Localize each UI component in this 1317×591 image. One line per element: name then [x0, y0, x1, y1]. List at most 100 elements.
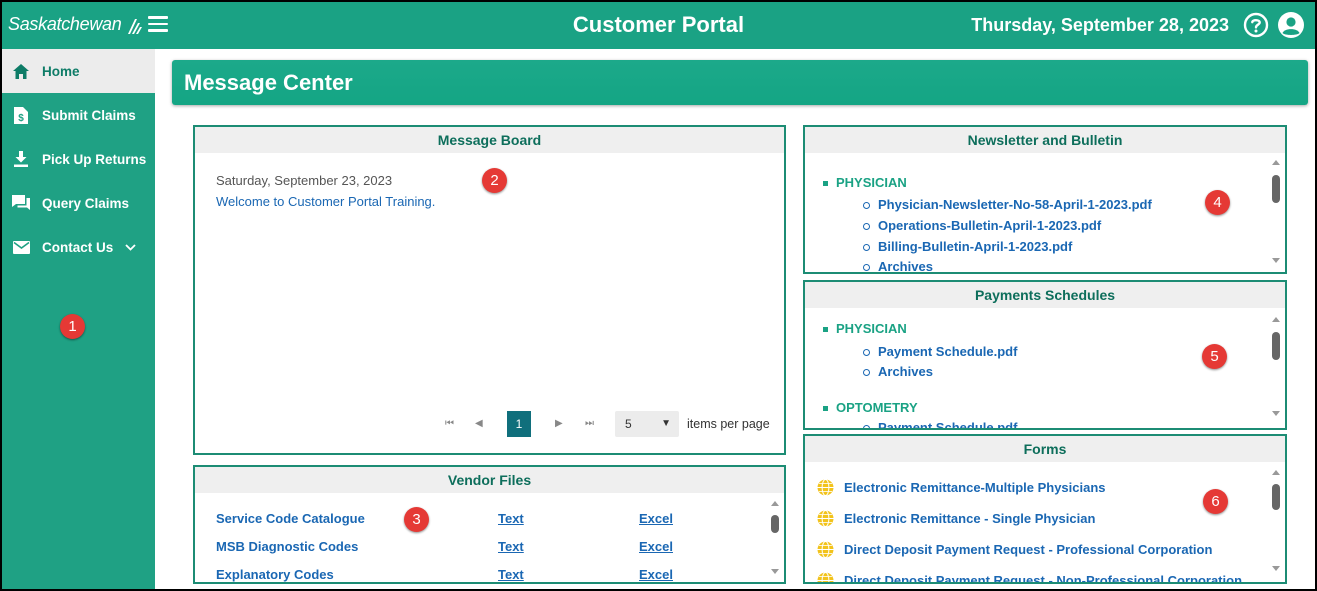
sidebar-item-contact-us[interactable]: Contact Us — [2, 225, 155, 269]
scroll-thumb[interactable] — [1272, 484, 1280, 510]
payments-scrollbar[interactable] — [1271, 317, 1281, 419]
category-heading: PHYSICIAN — [823, 321, 907, 336]
svg-text:$: $ — [18, 113, 24, 124]
category-heading: OPTOMETRY — [823, 400, 918, 415]
form-label: Direct Deposit Payment Request - Profess… — [844, 542, 1213, 557]
form-link[interactable]: Direct Deposit Payment Request - Non-Pro… — [817, 572, 1243, 584]
newsletter-panel: Newsletter and Bulletin PHYSICIAN Physic… — [803, 125, 1287, 274]
globe-icon — [817, 510, 834, 527]
screen-frame: Saskatchewan Customer Portal Thursday, S… — [0, 0, 1317, 591]
vendor-file-name: MSB Diagnostic Codes — [216, 539, 359, 554]
newsletter-link[interactable]: Billing-Bulletin-April-1-2023.pdf — [877, 239, 1072, 254]
last-page-icon[interactable]: ⏭ — [585, 418, 594, 429]
current-page-button[interactable]: 1 — [507, 411, 531, 437]
user-account-icon[interactable] — [1277, 11, 1305, 39]
excel-link[interactable]: Excel — [639, 511, 673, 526]
top-bar: Saskatchewan Customer Portal Thursday, S… — [2, 2, 1315, 49]
form-link[interactable]: Electronic Remittance-Multiple Physician… — [817, 479, 1106, 496]
globe-icon — [817, 541, 834, 558]
sidebar-item-home[interactable]: Home — [2, 49, 155, 93]
scroll-thumb[interactable] — [1272, 332, 1280, 360]
form-link[interactable]: Electronic Remittance - Single Physician — [817, 510, 1095, 527]
home-icon — [12, 62, 30, 80]
scroll-up-icon[interactable] — [1272, 470, 1280, 475]
scroll-thumb[interactable] — [1272, 175, 1280, 203]
page-size-select[interactable]: 5 ▼ — [615, 411, 679, 437]
vendor-file-name: Explanatory Codes — [216, 567, 334, 582]
scroll-down-icon[interactable] — [1272, 566, 1280, 571]
text-link[interactable]: Text — [498, 567, 524, 582]
brand-logo-text: Saskatchewan — [8, 14, 122, 34]
payment-schedule-link[interactable]: Archives — [877, 364, 933, 379]
sidebar-item-pick-up-returns[interactable]: Pick Up Returns — [2, 137, 155, 181]
payment-schedule-link[interactable]: Payment Schedule.pdf — [877, 420, 1017, 428]
message-center-header: Message Center — [172, 60, 1308, 105]
scroll-down-icon[interactable] — [1272, 411, 1280, 416]
hamburger-menu-icon[interactable] — [148, 16, 168, 34]
next-page-icon[interactable]: ▶ — [555, 418, 563, 429]
download-icon — [12, 150, 30, 168]
form-label: Electronic Remittance - Single Physician — [844, 511, 1096, 526]
sidebar-item-label: Contact Us — [42, 239, 114, 255]
sidebar: Home $ Submit Claims Pick Up Returns Que… — [2, 49, 155, 589]
help-icon[interactable] — [1243, 12, 1269, 38]
scroll-down-icon[interactable] — [1272, 258, 1280, 263]
text-link[interactable]: Text — [498, 539, 524, 554]
form-label: Direct Deposit Payment Request - Non-Pro… — [844, 573, 1243, 584]
wheat-logo-icon — [128, 19, 142, 34]
scroll-up-icon[interactable] — [771, 501, 779, 506]
excel-link[interactable]: Excel — [639, 539, 673, 554]
callout-badge-4: 4 — [1205, 190, 1230, 215]
sidebar-item-label: Home — [42, 63, 80, 79]
pagination: ⏮ ◀ 1 ▶ ⏭ 5 ▼ items per page — [445, 411, 775, 439]
newsletter-link[interactable]: Operations-Bulletin-April-1-2023.pdf — [877, 218, 1101, 233]
vendor-file-name: Service Code Catalogue — [216, 511, 365, 526]
page-size-value: 5 — [625, 417, 632, 431]
page-title: Message Center — [184, 70, 353, 95]
message-link[interactable]: Welcome to Customer Portal Training. — [216, 194, 435, 209]
dollar-document-icon: $ — [12, 106, 30, 124]
scroll-up-icon[interactable] — [1272, 317, 1280, 322]
current-date: Thursday, September 28, 2023 — [971, 15, 1229, 35]
form-label: Electronic Remittance-Multiple Physician… — [844, 480, 1106, 495]
vendor-scrollbar[interactable] — [770, 501, 780, 579]
vendor-files-panel: Vendor Files Service Code Catalogue Text… — [193, 465, 786, 584]
panel-title: Forms — [805, 436, 1285, 462]
scroll-down-icon[interactable] — [771, 569, 779, 574]
forms-panel: Forms Electronic Remittance-Multiple Phy… — [803, 434, 1287, 584]
form-link[interactable]: Direct Deposit Payment Request - Profess… — [817, 541, 1212, 558]
newsletter-link[interactable]: Archives — [877, 259, 933, 272]
main-content: Message Center Message Board Saturday, S… — [155, 49, 1315, 589]
payment-schedule-link[interactable]: Payment Schedule.pdf — [877, 344, 1017, 359]
first-page-icon[interactable]: ⏮ — [445, 418, 454, 429]
category-heading: PHYSICIAN — [823, 175, 907, 190]
payments-schedules-panel: Payments Schedules PHYSICIAN Payment Sch… — [803, 280, 1287, 430]
callout-badge-1: 1 — [60, 314, 85, 339]
panel-title: Payments Schedules — [805, 282, 1285, 308]
scroll-thumb[interactable] — [771, 515, 779, 533]
text-link[interactable]: Text — [498, 511, 524, 526]
newsletter-link[interactable]: Physician-Newsletter-No-58-April-1-2023.… — [877, 197, 1152, 212]
sidebar-item-label: Pick Up Returns — [42, 151, 147, 167]
chat-icon — [12, 194, 30, 212]
callout-badge-2: 2 — [482, 168, 507, 193]
sidebar-item-submit-claims[interactable]: $ Submit Claims — [2, 93, 155, 137]
callout-badge-5: 5 — [1202, 344, 1227, 369]
caret-down-icon: ▼ — [661, 418, 671, 429]
scroll-up-icon[interactable] — [1272, 160, 1280, 165]
sidebar-item-label: Submit Claims — [42, 107, 136, 123]
sidebar-item-query-claims[interactable]: Query Claims — [2, 181, 155, 225]
callout-badge-6: 6 — [1203, 489, 1228, 514]
envelope-icon — [12, 238, 30, 256]
forms-scrollbar[interactable] — [1271, 470, 1281, 574]
globe-icon — [817, 572, 834, 582]
items-per-page-label: items per page — [687, 417, 770, 431]
newsletter-scrollbar[interactable] — [1271, 160, 1281, 266]
globe-icon — [817, 479, 834, 496]
sidebar-item-label: Query Claims — [42, 195, 130, 211]
message-board-panel: Message Board Saturday, September 23, 20… — [193, 125, 786, 455]
panel-title: Newsletter and Bulletin — [805, 127, 1285, 153]
previous-page-icon[interactable]: ◀ — [475, 418, 483, 429]
chevron-down-icon[interactable] — [125, 240, 136, 254]
excel-link[interactable]: Excel — [639, 567, 673, 582]
